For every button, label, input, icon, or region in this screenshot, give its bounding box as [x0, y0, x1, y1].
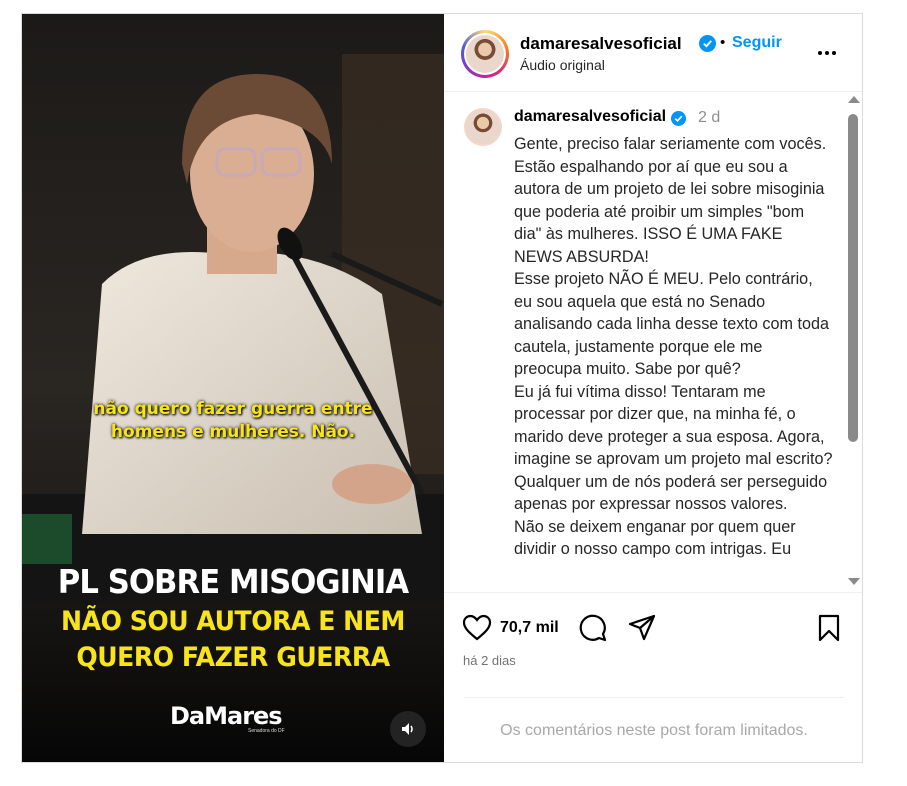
caption-timestamp[interactable]: 2 d: [698, 109, 720, 127]
caption-text: Gente, preciso falar seriamente com você…: [514, 135, 833, 558]
heart-icon[interactable]: [462, 613, 492, 643]
video-subheadline-line-2: QUERO FAZER GUERRA: [76, 642, 390, 673]
video-subtitle-line-2: homens e mulheres. Não.: [110, 422, 356, 442]
avatar: [466, 35, 504, 73]
audio-toggle-button[interactable]: [390, 711, 426, 747]
share-icon[interactable]: [627, 613, 657, 643]
verified-badge-icon: [671, 111, 686, 126]
video-headline: PL SOBRE MISOGINIA: [57, 562, 409, 601]
verified-badge-icon: [699, 35, 716, 52]
separator-dot: •: [720, 34, 726, 51]
scrollbar-thumb[interactable]: [848, 114, 858, 442]
video-subtitle-line-1: não quero fazer guerra entre: [93, 399, 373, 419]
save-bookmark-icon[interactable]: [814, 613, 844, 643]
post-header: damaresalvesoficial • Seguir Áudio origi…: [444, 14, 862, 92]
video-subtitle: não quero fazer guerra entre homens e mu…: [22, 398, 444, 444]
audio-subtitle[interactable]: Áudio original: [520, 57, 605, 73]
brand-logo-subtitle: Senadora do DF: [248, 728, 285, 734]
caption-scroll-area[interactable]: damaresalvesoficial 2 d Gente, preciso f…: [444, 92, 862, 592]
brand-logo: DaMares: [170, 702, 283, 730]
video-subheadline-line-1: NÃO SOU AUTORA E NEM: [61, 606, 405, 637]
scroll-up-arrow-icon[interactable]: [848, 96, 860, 103]
comment-icon[interactable]: [578, 613, 608, 643]
follow-button[interactable]: Seguir: [732, 34, 782, 52]
more-icon[interactable]: [816, 43, 838, 63]
comments-limited-notice: Os comentários neste post foram limitado…: [464, 697, 844, 740]
caption-scrollbar[interactable]: [844, 92, 862, 592]
scroll-down-arrow-icon[interactable]: [848, 578, 860, 585]
caption-avatar[interactable]: [464, 108, 502, 146]
instagram-post: não quero fazer guerra entre homens e mu…: [21, 13, 863, 763]
story-avatar[interactable]: [461, 30, 509, 78]
video-subheadline: NÃO SOU AUTORA E NEM QUERO FAZER GUERRA: [37, 604, 429, 676]
post-video[interactable]: não quero fazer guerra entre homens e mu…: [22, 14, 444, 762]
post-actions: 70,7 mil há 2 dias: [444, 592, 862, 712]
post-side-panel: damaresalvesoficial • Seguir Áudio origi…: [444, 14, 862, 762]
post-date[interactable]: há 2 dias: [463, 653, 516, 668]
header-username[interactable]: damaresalvesoficial: [520, 34, 682, 54]
speaker-icon: [402, 723, 413, 735]
like-count[interactable]: 70,7 mil: [500, 619, 559, 637]
caption-username[interactable]: damaresalvesoficial: [514, 108, 666, 126]
